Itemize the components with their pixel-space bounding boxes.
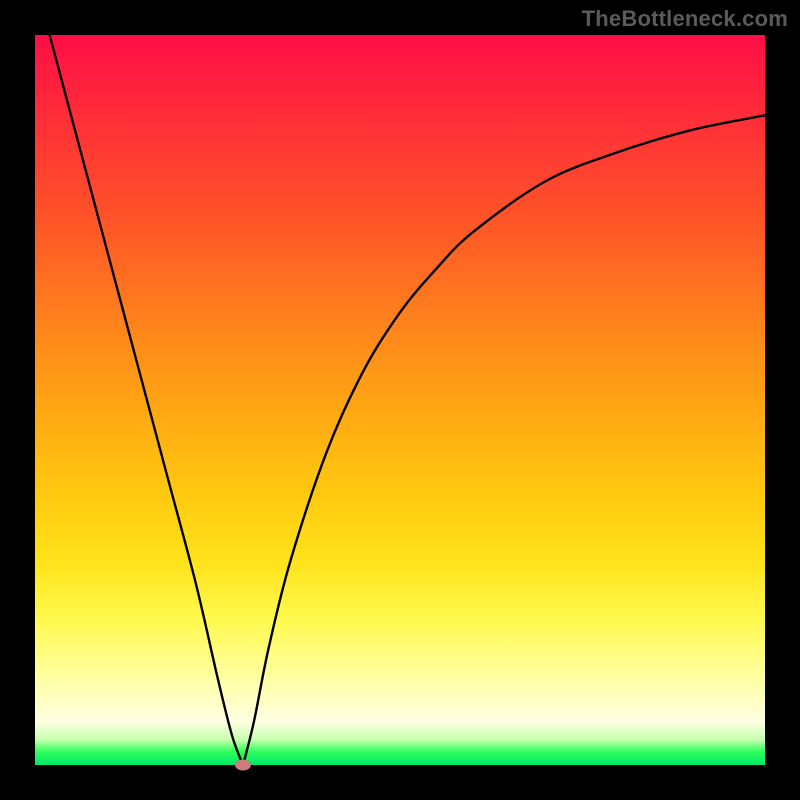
chart-minimum-marker xyxy=(235,760,251,771)
bottleneck-curve-path xyxy=(50,35,765,765)
chart-frame: TheBottleneck.com xyxy=(0,0,800,800)
watermark-text: TheBottleneck.com xyxy=(582,6,788,32)
chart-plot-area xyxy=(35,35,765,765)
chart-curve xyxy=(35,35,765,765)
